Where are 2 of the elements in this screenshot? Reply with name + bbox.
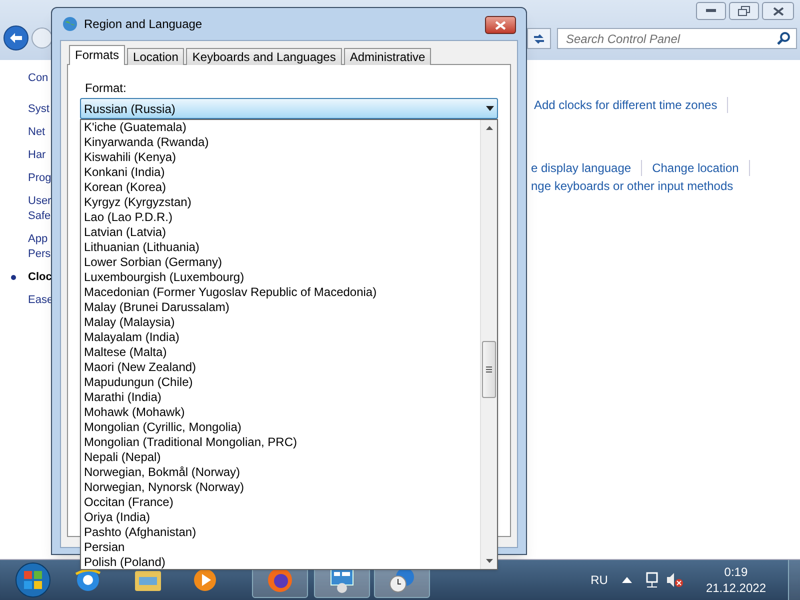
format-label: Format: [85, 80, 126, 97]
window-title: Region and Language [84, 16, 202, 33]
